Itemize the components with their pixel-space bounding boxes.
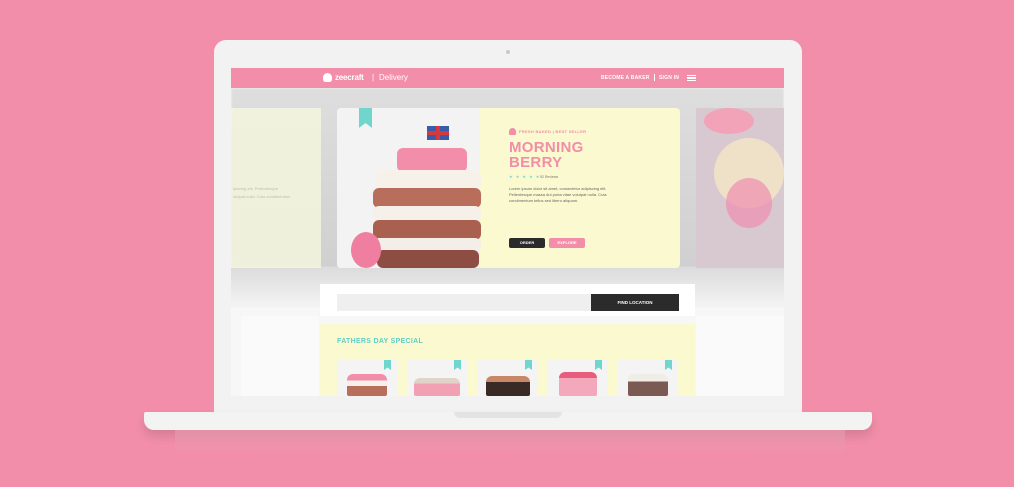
location-input[interactable] xyxy=(337,294,591,311)
laptop-notch xyxy=(454,412,562,418)
cake-image xyxy=(628,374,668,396)
hamburger-menu-icon[interactable] xyxy=(687,75,696,81)
laptop-shadow xyxy=(175,430,845,456)
camera-dot xyxy=(506,50,510,54)
side-card-text: ipiscing elit. Pellentesque xyxy=(233,186,278,191)
product-thumbnail[interactable] xyxy=(478,360,538,396)
review-count[interactable]: 52 Reviews xyxy=(540,175,558,179)
featured-product-card: FRESH BAKED | BEST SELLER MORNING BERRY … xyxy=(337,108,680,268)
product-thumbnail[interactable] xyxy=(618,360,678,396)
laptop-screen: ipiscing elit. Pellentesque olutpat null… xyxy=(231,68,784,396)
cake-cream-layer xyxy=(375,170,481,190)
cake-icon xyxy=(509,128,516,135)
bookmark-ribbon-icon[interactable] xyxy=(454,360,461,370)
cake-decoration xyxy=(726,178,772,228)
product-title: MORNING BERRY xyxy=(509,139,584,171)
cake-sponge-layer xyxy=(377,250,479,268)
brand-separator: | xyxy=(372,73,375,82)
bookmark-ribbon-icon[interactable] xyxy=(525,360,532,370)
cake-image xyxy=(704,108,754,134)
rating-stars: ★ ★ ★ ★ ★ xyxy=(509,174,541,179)
cake-image xyxy=(559,372,597,396)
product-description: Lorem ipsum dolor sit amet, consectetur … xyxy=(509,186,607,203)
bookmark-ribbon-icon[interactable] xyxy=(384,360,391,370)
section-title: FATHERS DAY SPECIAL xyxy=(337,338,424,345)
side-card-left[interactable]: ipiscing elit. Pellentesque olutpat null… xyxy=(231,108,321,268)
product-thumbnail[interactable] xyxy=(548,360,608,396)
side-card-text: olutpat nulla. Cras condimentum xyxy=(233,194,291,199)
chef-hat-icon xyxy=(323,73,332,82)
union-flag-topper xyxy=(427,126,449,140)
cake-image xyxy=(414,378,460,396)
cake-sponge-layer xyxy=(373,220,481,240)
product-image xyxy=(337,108,481,268)
top-nav: zeecraft | Delivery BECOME A BAKER SIGN … xyxy=(231,68,784,88)
laptop-base xyxy=(144,412,872,430)
brand-name[interactable]: zeecraft xyxy=(335,73,364,82)
cake-sponge-layer xyxy=(373,188,481,208)
side-card-right[interactable] xyxy=(696,108,784,268)
product-thumbnail[interactable] xyxy=(407,360,467,396)
brand-section: Delivery xyxy=(379,73,408,82)
cake-berries xyxy=(351,232,381,268)
bookmark-ribbon-icon[interactable] xyxy=(359,108,372,128)
find-location-button[interactable]: FIND LOCATION xyxy=(591,294,679,311)
order-button[interactable]: ORDER xyxy=(509,238,545,248)
side-panel-left xyxy=(241,316,319,396)
cake-image xyxy=(486,376,530,396)
explore-button[interactable]: EXPLORE xyxy=(549,238,585,248)
product-category: FRESH BAKED | BEST SELLER xyxy=(519,129,587,134)
side-panel-right xyxy=(696,316,784,396)
become-baker-link[interactable]: BECOME A BAKER xyxy=(601,75,650,81)
fathers-day-section: FATHERS DAY SPECIAL xyxy=(320,324,695,396)
location-search-bar: FIND LOCATION xyxy=(320,284,695,316)
bookmark-ribbon-icon[interactable] xyxy=(665,360,672,370)
cake-berries xyxy=(397,148,467,172)
cake-image xyxy=(347,374,387,396)
sign-in-link[interactable]: SIGN IN xyxy=(659,75,679,81)
bookmark-ribbon-icon[interactable] xyxy=(595,360,602,370)
nav-divider xyxy=(654,74,655,81)
product-thumbnail[interactable] xyxy=(337,360,397,396)
